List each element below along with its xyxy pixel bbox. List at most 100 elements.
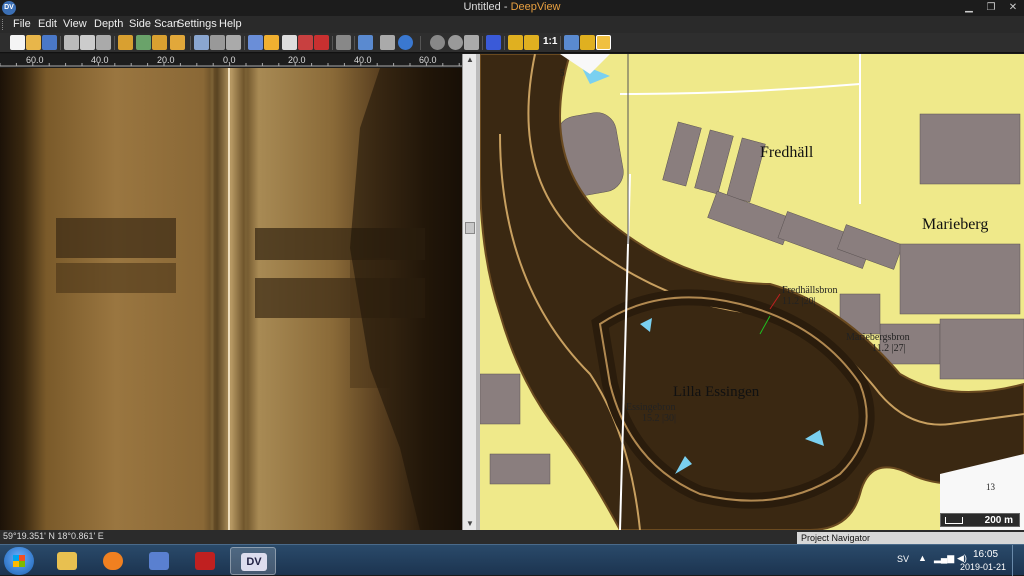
columns-icon[interactable] (170, 35, 185, 50)
network-signal-icon[interactable]: ▂▄▆ (934, 553, 954, 564)
menu-view[interactable]: View (63, 18, 87, 30)
cut-icon[interactable] (64, 35, 79, 50)
menu-settings[interactable]: Settings (177, 18, 217, 30)
menu-depth[interactable]: Depth (94, 18, 123, 30)
toolbar-separator (114, 36, 115, 50)
measure-icon[interactable] (226, 35, 241, 50)
shield-icon (195, 552, 215, 570)
file-explorer-icon[interactable] (44, 547, 90, 575)
menu-grip[interactable] (2, 19, 5, 30)
erase-icon[interactable] (314, 35, 329, 50)
new-file-icon[interactable] (10, 35, 25, 50)
toolbar-separator (332, 36, 333, 50)
tray-expand-icon[interactable]: ▲ (918, 553, 927, 563)
save-icon[interactable] (42, 35, 57, 50)
app-name: DeepView (510, 1, 561, 13)
windows-taskbar: DV SV ▲ ▂▄▆ ◀) 16:05 2019-01-21 (0, 544, 1024, 576)
deepview-icon: DV (241, 553, 267, 571)
title-separator: - (500, 1, 511, 13)
toolbar-separator (244, 36, 245, 50)
pan-icon[interactable] (210, 35, 225, 50)
paint-icon[interactable] (136, 547, 182, 575)
ruler-icon[interactable] (508, 35, 523, 50)
minimize-icon[interactable]: ▁ (958, 0, 980, 16)
deepview-taskbar-button[interactable]: DV (230, 547, 276, 575)
scroll-up-icon[interactable]: ▲ (465, 55, 475, 65)
windows-start-icon[interactable] (4, 547, 34, 575)
toolbar-separator (354, 36, 355, 50)
bridge-name: Essingebron (626, 402, 676, 413)
place-label-marieberg: Marieberg (922, 216, 989, 233)
clock-date[interactable]: 2019-01-21 (960, 562, 1006, 572)
range-ruler: 60.0 40.0 20.0 0.0 20.0 40.0 60.0 (0, 54, 462, 68)
show-desktop-button[interactable] (1012, 545, 1024, 576)
marker-icon[interactable] (464, 35, 479, 50)
bridge-name: Fredhällsbron (782, 285, 838, 296)
layers-icon[interactable] (136, 35, 151, 50)
title-bar: DV Untitled - DeepView ▁ ❐ ✕ (0, 0, 1024, 16)
ship-icon[interactable] (358, 35, 373, 50)
zoom-ratio-button[interactable]: 1:1 (543, 36, 557, 47)
status-bar: 59°19.351' N 18°0.861' E Project Navigat… (0, 530, 1024, 544)
range-icon[interactable] (524, 35, 539, 50)
document-name: Untitled (463, 1, 501, 13)
undo-icon[interactable] (298, 35, 313, 50)
play-icon (103, 552, 123, 570)
record-icon[interactable] (430, 35, 445, 50)
menu-file[interactable]: File (13, 18, 31, 30)
help-icon[interactable] (398, 35, 413, 50)
toolbar-separator (60, 36, 61, 50)
menu-edit[interactable]: Edit (38, 18, 57, 30)
open-folder-icon[interactable] (26, 35, 41, 50)
draw-line-icon[interactable] (264, 35, 279, 50)
depth-label: 13 (986, 482, 995, 492)
bridge-clearance: 11.2 |20| (782, 296, 816, 307)
menu-side-scan[interactable]: Side Scan (129, 18, 179, 30)
zoom-in-icon[interactable] (194, 35, 209, 50)
scroll-down-icon[interactable]: ▼ (465, 519, 475, 529)
folder-icon (57, 552, 77, 570)
bridge-label-fredhallsbron: Fredhällsbron 11.2 |20| (782, 285, 838, 307)
language-indicator[interactable]: SV (897, 554, 909, 564)
paste-icon[interactable] (96, 35, 111, 50)
clock-time[interactable]: 16:05 (973, 549, 998, 560)
sonar-vertical-scrollbar[interactable]: ▲ ▼ (462, 54, 476, 530)
bridge-clearance: 11.2 |27| (872, 343, 906, 354)
rectangle-icon[interactable] (282, 35, 297, 50)
ruler-marks (0, 63, 462, 67)
paint-brush-icon (149, 552, 169, 570)
map-scale-bar: 200 m (940, 513, 1020, 527)
side-scan-view[interactable]: 60.0 40.0 20.0 0.0 20.0 40.0 60.0 (0, 54, 462, 530)
restore-icon[interactable]: ❐ (980, 0, 1002, 16)
mcafee-icon[interactable] (182, 547, 228, 575)
select-icon[interactable] (248, 35, 263, 50)
scale-bar-graphic (945, 517, 963, 524)
search-zoom-icon[interactable] (596, 35, 611, 50)
project-navigator-tab[interactable]: Project Navigator (797, 532, 1024, 544)
target-icon[interactable] (336, 35, 351, 50)
copy-icon[interactable] (80, 35, 95, 50)
toolbar-separator (560, 36, 561, 50)
film-icon[interactable] (152, 35, 167, 50)
scrollbar-thumb[interactable] (465, 222, 475, 234)
toolbar-separator (420, 36, 421, 50)
toolbar-separator (482, 36, 483, 50)
media-player-icon[interactable] (90, 547, 136, 575)
depth-label: 5 (560, 68, 565, 78)
grid-icon[interactable] (118, 35, 133, 50)
gps-icon[interactable] (448, 35, 463, 50)
chart-map-view[interactable]: Fredhäll Marieberg Lilla Essingen Fredhä… (480, 54, 1024, 530)
ruler-tool-icon[interactable] (580, 35, 595, 50)
menu-help[interactable]: Help (219, 18, 242, 30)
pencil-icon[interactable] (564, 35, 579, 50)
windows-logo-icon (13, 555, 25, 567)
filter-icon[interactable] (486, 35, 501, 50)
close-icon[interactable]: ✕ (1002, 0, 1024, 16)
cursor-coordinates: 59°19.351' N 18°0.861' E (3, 531, 104, 541)
menu-bar: File Edit View Depth Side Scan Settings … (0, 16, 1024, 33)
bridge-label-mariebergsbron: Mariebergsbron 11.2 |27| (846, 332, 910, 354)
scale-label: 200 m (984, 515, 1013, 526)
main-toolbar: 1:1 (0, 33, 1024, 53)
print-icon[interactable] (380, 35, 395, 50)
sonar-image (0, 68, 462, 530)
